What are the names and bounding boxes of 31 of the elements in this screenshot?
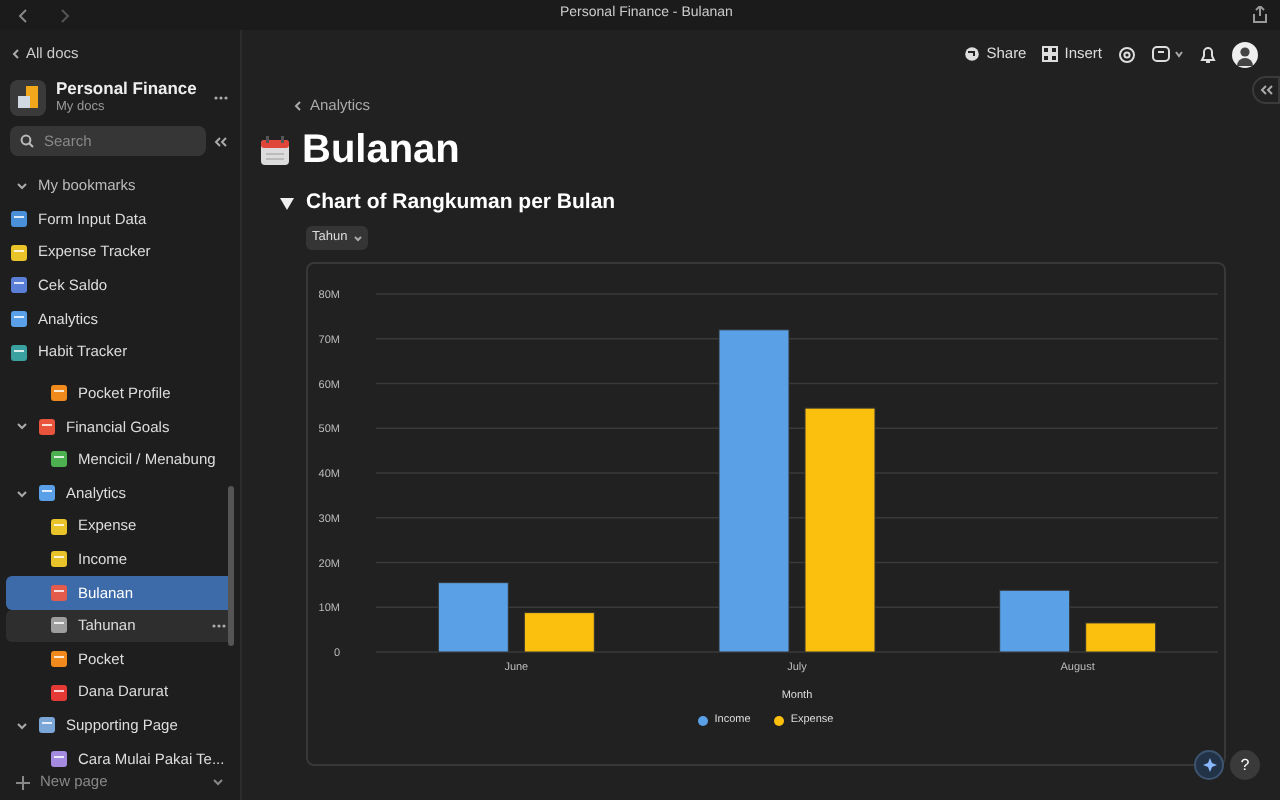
more-icon[interactable] [212, 623, 226, 628]
triangle-down-icon[interactable] [280, 198, 294, 210]
caret-icon[interactable] [1174, 50, 1184, 58]
workspace-logo-icon [10, 79, 46, 115]
scrollbar[interactable] [228, 486, 234, 646]
search-icon [20, 134, 34, 148]
double-chevron-icon [1259, 84, 1273, 96]
settings-icon[interactable] [1118, 45, 1136, 63]
grid-icon [1042, 46, 1059, 62]
caret-icon [353, 235, 362, 241]
chevron-left-icon [10, 48, 20, 60]
chevron-left-icon [292, 100, 302, 112]
chevron-down-icon[interactable] [16, 489, 28, 498]
chevron-down-icon[interactable] [16, 182, 28, 190]
ai-assistant-button[interactable] [1194, 750, 1224, 780]
caret-icon[interactable] [212, 778, 224, 786]
workspace-name: Personal Finance [56, 80, 197, 97]
chevron-down-icon[interactable] [16, 721, 28, 730]
section-title: Chart of Rangkuman per Bulan [306, 188, 616, 219]
avatar-icon[interactable] [1232, 41, 1258, 67]
help-button[interactable]: ? [1230, 750, 1260, 780]
sparkle-icon [1200, 756, 1218, 774]
plus-icon [16, 775, 30, 789]
comment-icon[interactable] [1152, 45, 1170, 63]
page-title: Bulanan [302, 126, 460, 176]
collapse-sidebar-icon[interactable] [214, 135, 228, 147]
chevron-down-icon[interactable] [16, 422, 28, 431]
bell-icon[interactable] [1200, 45, 1216, 63]
calendar-icon [260, 135, 290, 165]
collapse-panel-button[interactable] [1252, 76, 1280, 104]
share-icon[interactable] [1252, 6, 1268, 24]
